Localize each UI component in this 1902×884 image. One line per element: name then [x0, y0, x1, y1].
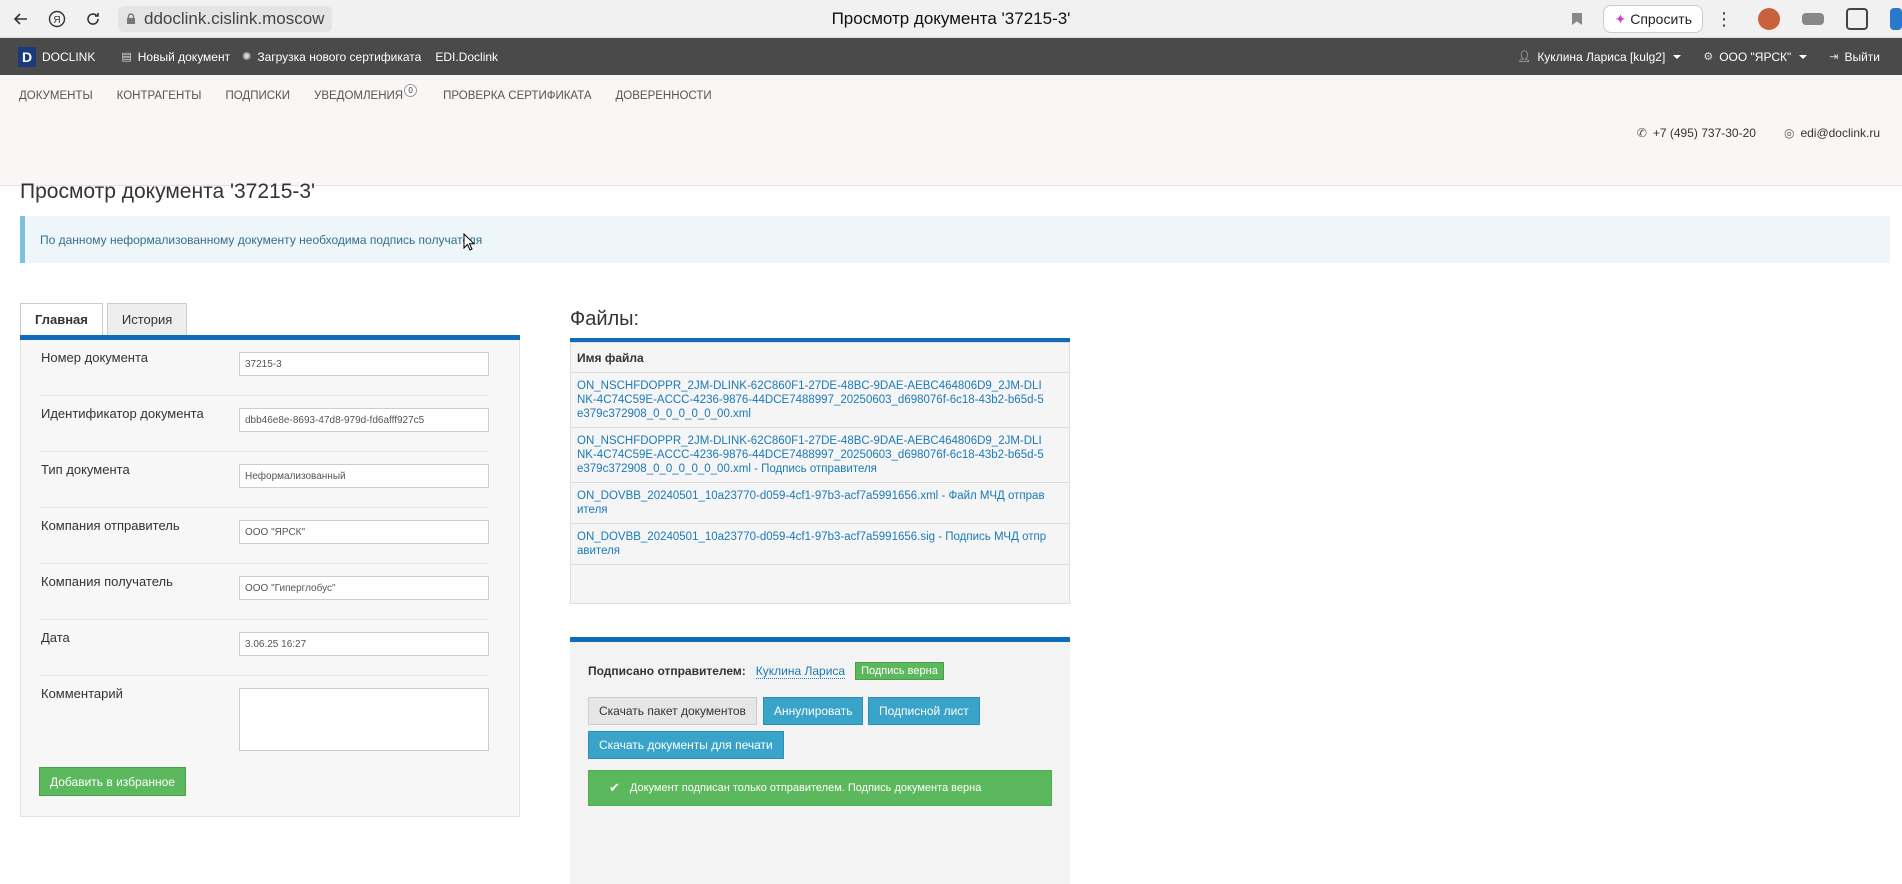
browser-toolbar: Я ddoclink.cislink.moscow Просмотр докум…	[0, 0, 1902, 38]
field-label: Идентификатор документа	[41, 406, 204, 421]
menu-notifications[interactable]: УВЕДОМЛЕНИЯ 0	[314, 84, 418, 102]
mouse-cursor-icon	[463, 233, 475, 251]
yandex-icon[interactable]: Я	[42, 4, 72, 34]
brand-name: DOCLINK	[42, 49, 96, 64]
files-heading: Файлы:	[570, 308, 640, 330]
comment-textarea[interactable]	[239, 688, 489, 751]
lock-icon	[127, 12, 135, 24]
field-row-id: Идентификатор документа dbb46e8e-8693-47…	[39, 396, 489, 452]
menu-certificate-check[interactable]: ПРОВЕРКА СЕРТИФИКАТА	[443, 90, 591, 102]
download-for-print-button[interactable]: Скачать документы для печати	[588, 731, 784, 759]
brand[interactable]: D DOCLINK	[18, 46, 96, 67]
phone-icon: ✆	[1636, 126, 1647, 140]
field-row-comment: Комментарий	[39, 676, 489, 751]
document-tabs: Главная История	[20, 303, 191, 335]
document-id-field[interactable]: dbb46e8e-8693-47d8-979d-fd6afff927c5	[239, 408, 489, 432]
field-label: Номер документа	[41, 350, 149, 365]
add-to-favorites-button[interactable]: Добавить в избранное	[39, 767, 186, 796]
phone-contact: ✆ +7 (495) 737-30-20	[1636, 126, 1756, 140]
new-document-link[interactable]: ▤ Новый документ	[121, 50, 230, 64]
doclink-logo: D	[18, 46, 36, 67]
chevron-down-icon	[1673, 54, 1682, 59]
chevron-down-icon	[1799, 54, 1808, 59]
menu-powers-of-attorney[interactable]: ДОВЕРЕННОСТИ	[616, 90, 712, 102]
reload-icon[interactable]	[78, 4, 108, 34]
field-label: Тип документа	[41, 462, 130, 477]
annul-button[interactable]: Аннулировать	[763, 697, 864, 725]
signature-valid-badge: Подпись верна	[855, 662, 944, 680]
ai-spark-icon: ✦	[1614, 10, 1627, 27]
files-column-header: Имя файла	[571, 343, 1069, 373]
signature-sheet-button[interactable]: Подписной лист	[868, 697, 980, 725]
field-label: Дата	[41, 630, 70, 645]
field-label: Комментарий	[41, 686, 123, 701]
menu-subscriptions[interactable]: ПОДПИСКИ	[225, 90, 290, 102]
check-icon: ✔	[609, 780, 620, 795]
signed-by-label: Подписано отправителем:	[588, 664, 746, 678]
at-icon: ◎	[1783, 126, 1795, 140]
logout-icon: ⇥	[1829, 51, 1839, 63]
field-row-number: Номер документа 37215-3	[39, 340, 489, 396]
upload-certificate-link[interactable]: ✺ Загрузка нового сертификата	[242, 50, 421, 64]
organization-menu[interactable]: ⚙ ООО "ЯРСК"	[1703, 50, 1808, 64]
file-link[interactable]: ON_NSCHFDOPPR_2JM-DLINK-62C860F1-27DE-48…	[571, 428, 1069, 483]
more-menu-icon[interactable]: ⋮	[1715, 9, 1733, 30]
certificate-icon: ✺	[242, 51, 252, 63]
email-contact[interactable]: ◎ edi@doclink.ru	[1784, 126, 1880, 140]
logout-link[interactable]: ⇥ Выйти	[1829, 50, 1880, 64]
user-icon: 👤︎	[1517, 51, 1532, 63]
ask-button[interactable]: ✦ Спросить	[1603, 5, 1703, 33]
field-label: Компания получатель	[41, 574, 173, 589]
menu-documents[interactable]: ДОКУМЕНТЫ	[19, 90, 93, 102]
document-icon: ▤	[121, 51, 132, 63]
field-row-recipient: Компания получатель ООО "Гиперглобус"	[39, 564, 489, 620]
bookmark-icon[interactable]	[1571, 12, 1583, 26]
signed-by-row: Подписано отправителем: Куклина Лариса П…	[588, 662, 944, 680]
document-form: Номер документа 37215-3 Идентификатор до…	[20, 340, 520, 817]
field-row-type: Тип документа Неформализованный	[39, 452, 489, 508]
menu-counterparties[interactable]: КОНТРАГЕНТЫ	[117, 90, 202, 102]
notifications-count-badge: 0	[404, 84, 418, 97]
svg-text:Я: Я	[53, 15, 60, 26]
extension-avatar-icon[interactable]	[1758, 8, 1780, 30]
contacts: ✆ +7 (495) 737-30-20 ◎ edi@doclink.ru	[1609, 126, 1880, 140]
signature-status-alert: ✔ Документ подписан только отправителем.…	[588, 770, 1052, 806]
file-link[interactable]: ON_DOVBB_20240501_10a23770-d059-4cf1-97b…	[571, 483, 1069, 524]
signature-panel: Подписано отправителем: Куклина Лариса П…	[570, 642, 1070, 884]
sender-company-field[interactable]: ООО "ЯРСК"	[239, 520, 489, 544]
document-number-field[interactable]: 37215-3	[239, 352, 489, 376]
tab-title: Просмотр документа '37215-3'	[831, 9, 1071, 28]
app-navbar: D DOCLINK ▤ Новый документ ✺ Загрузка но…	[0, 38, 1902, 75]
files-table-footer	[571, 565, 1069, 603]
extension-gray-icon[interactable]	[1802, 13, 1824, 25]
gear-icon: ⚙	[1703, 51, 1714, 63]
address-bar[interactable]: ddoclink.cislink.moscow	[118, 5, 333, 32]
back-icon[interactable]	[6, 4, 36, 34]
edi-doclink-link[interactable]: EDI.Doclink	[435, 50, 498, 64]
date-field[interactable]: 3.06.25 16:27	[239, 632, 489, 656]
file-link[interactable]: ON_NSCHFDOPPR_2JM-DLINK-62C860F1-27DE-48…	[571, 373, 1069, 428]
field-row-sender: Компания отправитель ООО "ЯРСК"	[39, 508, 489, 564]
field-label: Компания отправитель	[41, 518, 180, 533]
files-table: Имя файла ON_NSCHFDOPPR_2JM-DLINK-62C860…	[570, 342, 1070, 604]
extension-puzzle-icon[interactable]	[1846, 8, 1868, 30]
file-link[interactable]: ON_DOVBB_20240501_10a23770-d059-4cf1-97b…	[571, 524, 1069, 565]
info-alert: По данному неформализованному документу …	[20, 216, 1890, 263]
download-package-button[interactable]: Скачать пакет документов	[588, 697, 757, 725]
extension-blue-icon[interactable]	[1890, 8, 1902, 30]
document-type-field[interactable]: Неформализованный	[239, 464, 489, 488]
field-row-date: Дата 3.06.25 16:27	[39, 620, 489, 676]
user-menu[interactable]: 👤︎ Куклина Лариса [kulg2]	[1517, 50, 1682, 64]
recipient-company-field[interactable]: ООО "Гиперглобус"	[239, 576, 489, 600]
url-text: ddoclink.cislink.moscow	[144, 8, 325, 28]
tab-main[interactable]: Главная	[20, 303, 103, 335]
tab-history[interactable]: История	[106, 303, 188, 335]
signer-link[interactable]: Куклина Лариса	[755, 664, 846, 679]
page-title: Просмотр документа '37215-3'	[20, 180, 316, 203]
